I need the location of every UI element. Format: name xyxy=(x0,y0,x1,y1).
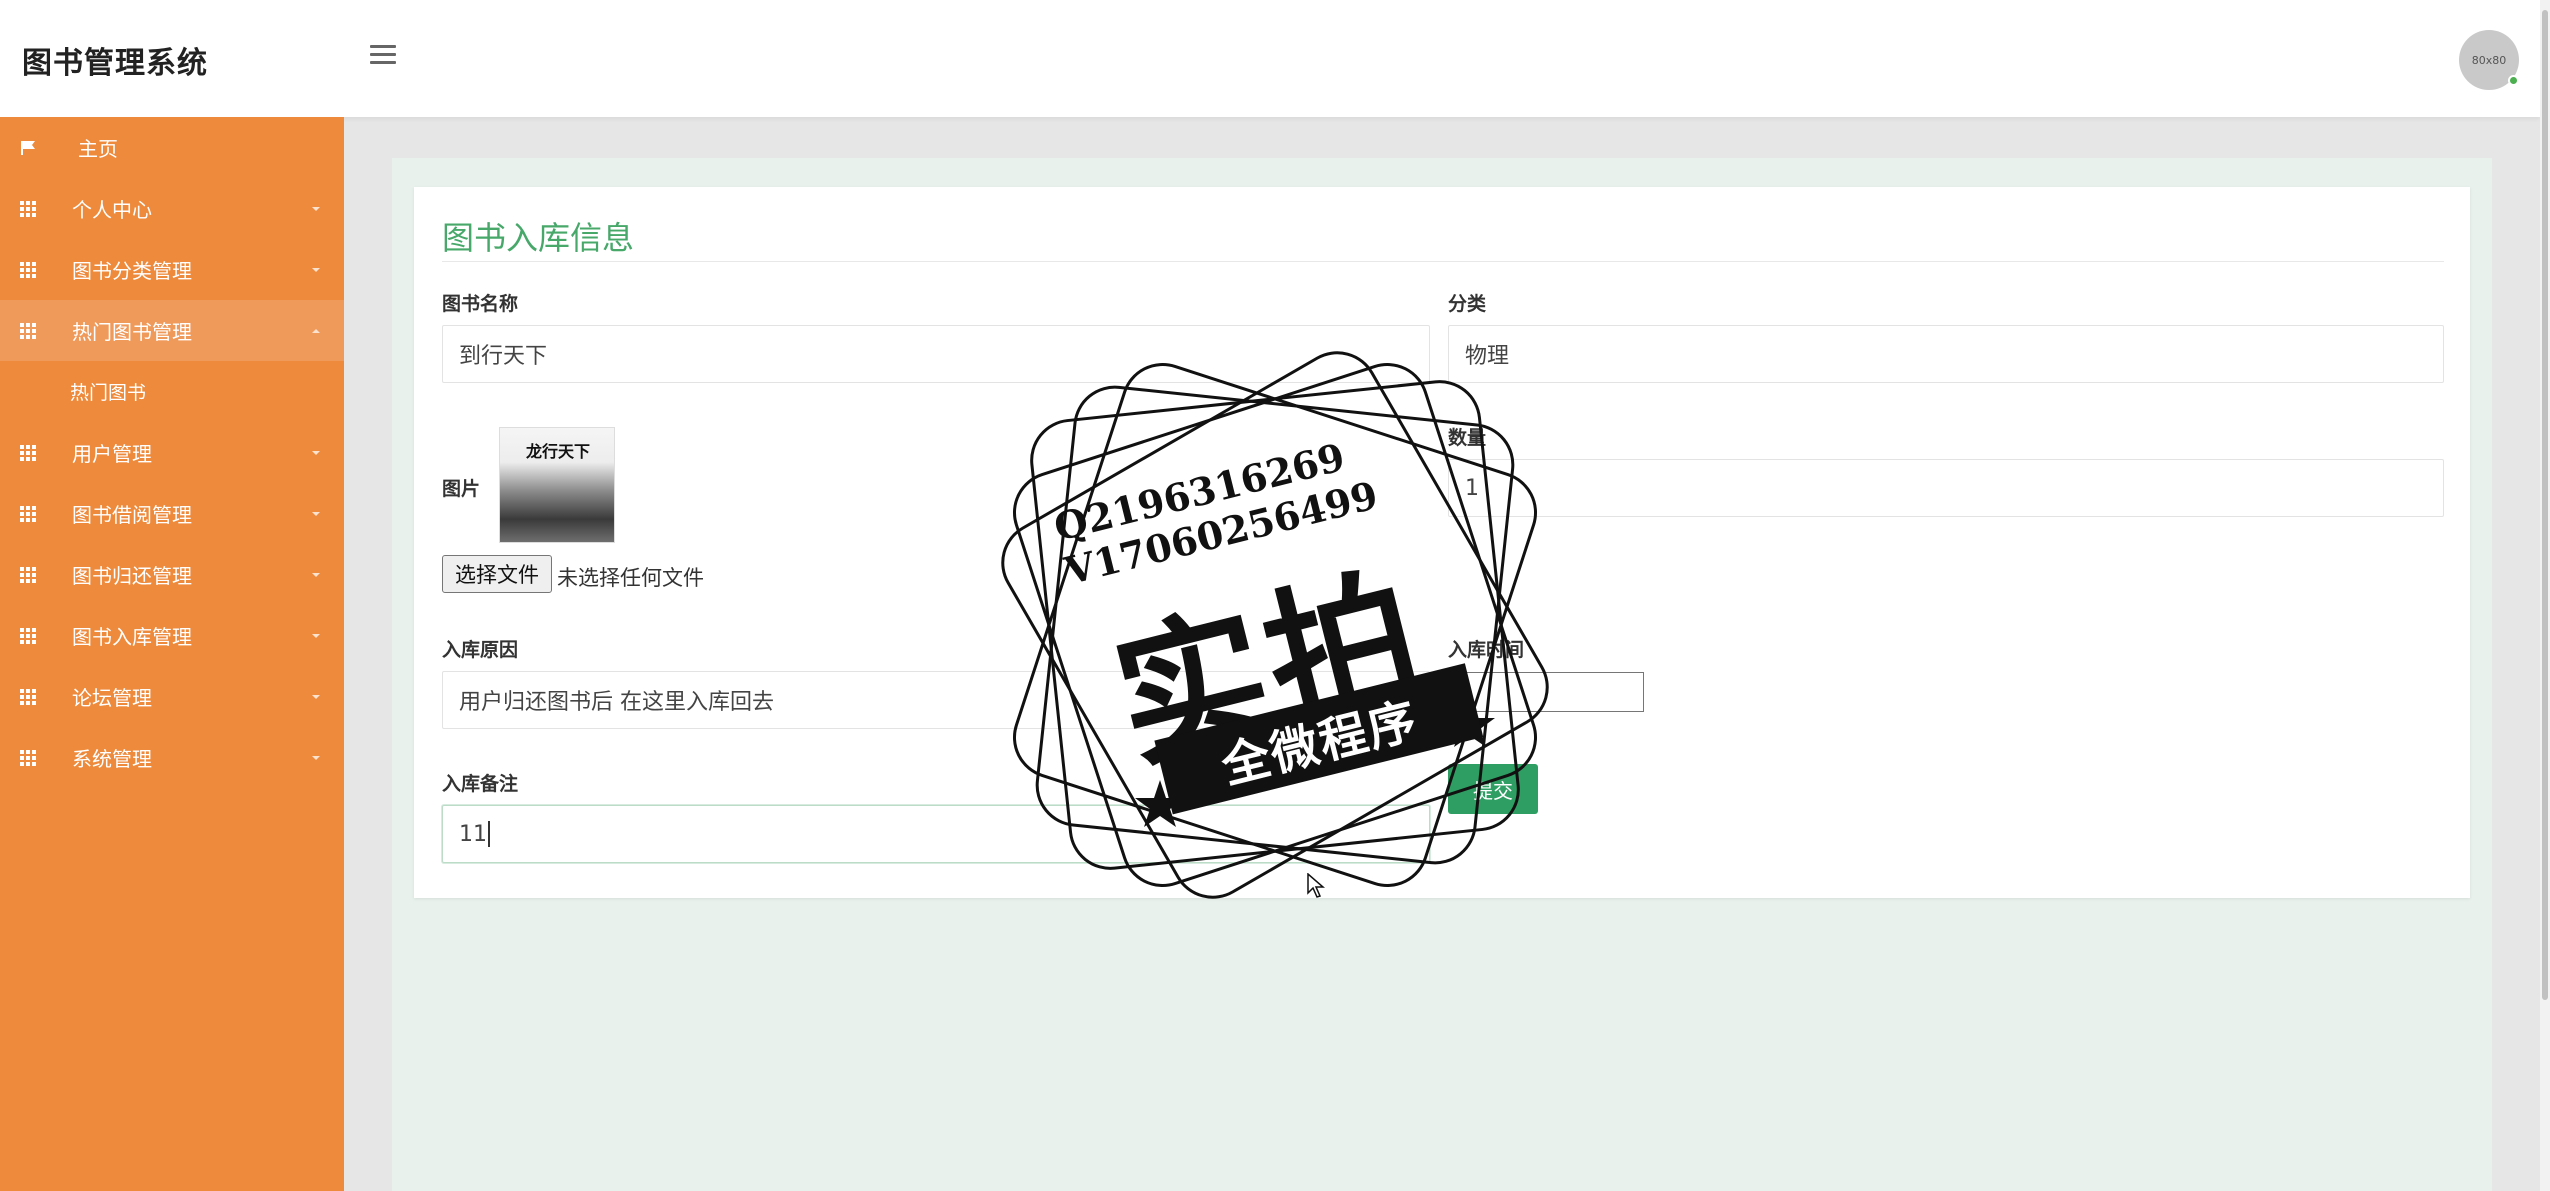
page-scrollbar[interactable] xyxy=(2540,0,2550,1191)
sidebar-item-return[interactable]: 图书归还管理 xyxy=(0,544,344,605)
grid-icon xyxy=(20,444,36,461)
quantity-label: 数量 xyxy=(1448,427,1487,449)
sidebar-item-label: 论坛管理 xyxy=(72,686,152,710)
chevron-down-icon xyxy=(312,267,320,272)
grid-icon xyxy=(20,688,36,705)
sidebar: 主页 个人中心 图书分类管理 热门图书管理 热门图书 用户管理 图书借阅管理 图… xyxy=(0,117,344,1191)
sidebar-item-users[interactable]: 用户管理 xyxy=(0,422,344,483)
avatar-placeholder-text: 80x80 xyxy=(2471,53,2507,67)
sidebar-item-borrow[interactable]: 图书借阅管理 xyxy=(0,483,344,544)
sidebar-item-home[interactable]: 主页 xyxy=(0,117,344,178)
chevron-up-icon xyxy=(312,328,320,333)
stock-in-time-input[interactable] xyxy=(1448,672,1644,712)
grid-icon xyxy=(20,627,36,644)
category-label: 分类 xyxy=(1448,293,1487,315)
chevron-down-icon xyxy=(312,755,320,760)
avatar[interactable]: 80x80 xyxy=(2459,30,2519,90)
app-title: 图书管理系统 xyxy=(22,46,208,81)
top-header: 图书管理系统 80x80 xyxy=(0,0,2540,117)
sidebar-item-system[interactable]: 系统管理 xyxy=(0,727,344,788)
sidebar-item-label: 用户管理 xyxy=(72,442,152,466)
book-name-label: 图书名称 xyxy=(442,293,519,315)
remark-label: 入库备注 xyxy=(442,773,519,795)
chevron-down-icon xyxy=(312,633,320,638)
choose-file-button[interactable]: 选择文件 xyxy=(442,555,552,593)
book-name-input[interactable]: 到行天下 xyxy=(442,325,1430,383)
sidebar-item-hot-books[interactable]: 热门图书管理 xyxy=(0,300,344,361)
sidebar-item-personal-center[interactable]: 个人中心 xyxy=(0,178,344,239)
mouse-cursor-icon xyxy=(1307,873,1325,898)
remark-input-value: 11 xyxy=(459,821,487,847)
cover-title-text: 龙行天下 xyxy=(525,442,590,461)
grid-icon xyxy=(20,505,36,522)
scrollbar-thumb[interactable] xyxy=(2542,10,2548,1000)
sidebar-item-forum[interactable]: 论坛管理 xyxy=(0,666,344,727)
online-status-dot xyxy=(2508,75,2519,86)
flag-icon xyxy=(21,140,35,155)
grid-icon xyxy=(20,749,36,766)
sidebar-item-label: 系统管理 xyxy=(72,747,152,771)
text-caret xyxy=(488,821,490,847)
sidebar-item-label: 图书入库管理 xyxy=(72,625,192,649)
quantity-input[interactable]: 1 xyxy=(1448,459,2444,517)
page-title: 图书入库信息 xyxy=(442,219,635,257)
grid-icon xyxy=(20,322,36,339)
sidebar-item-label: 个人中心 xyxy=(72,198,152,222)
book-cover-image: 龙行天下 xyxy=(499,427,615,543)
grid-icon xyxy=(20,261,36,278)
sidebar-item-label: 图书借阅管理 xyxy=(72,503,192,527)
sidebar-subitem-hot-books[interactable]: 热门图书 xyxy=(0,361,344,422)
time-label: 入库时间 xyxy=(1448,639,1525,661)
file-status-text: 未选择任何文件 xyxy=(557,566,704,590)
remark-input[interactable]: 11 xyxy=(442,805,1430,863)
image-label: 图片 xyxy=(442,478,481,500)
title-divider xyxy=(442,261,2444,262)
sidebar-item-label: 图书分类管理 xyxy=(72,259,192,283)
chevron-down-icon xyxy=(312,511,320,516)
sidebar-item-label: 热门图书管理 xyxy=(72,320,192,344)
sidebar-item-label: 主页 xyxy=(78,137,118,161)
reason-input[interactable]: 用户归还图书后 在这里入库回去 xyxy=(442,671,1430,729)
sidebar-item-category[interactable]: 图书分类管理 xyxy=(0,239,344,300)
chevron-down-icon xyxy=(312,694,320,699)
sidebar-item-label: 图书归还管理 xyxy=(72,564,192,588)
category-input[interactable]: 物理 xyxy=(1448,325,2444,383)
stock-in-form-card: 图书入库信息 图书名称 到行天下 分类 物理 图片 龙行天下 选择文件 未选择任… xyxy=(414,187,2470,898)
submit-button[interactable]: 提交 xyxy=(1448,764,1538,814)
sidebar-item-stock-in[interactable]: 图书入库管理 xyxy=(0,605,344,666)
reason-label: 入库原因 xyxy=(442,639,519,661)
chevron-down-icon xyxy=(312,206,320,211)
hamburger-menu-icon[interactable] xyxy=(370,45,396,69)
grid-icon xyxy=(20,200,36,217)
chevron-down-icon xyxy=(312,450,320,455)
chevron-down-icon xyxy=(312,572,320,577)
grid-icon xyxy=(20,566,36,583)
